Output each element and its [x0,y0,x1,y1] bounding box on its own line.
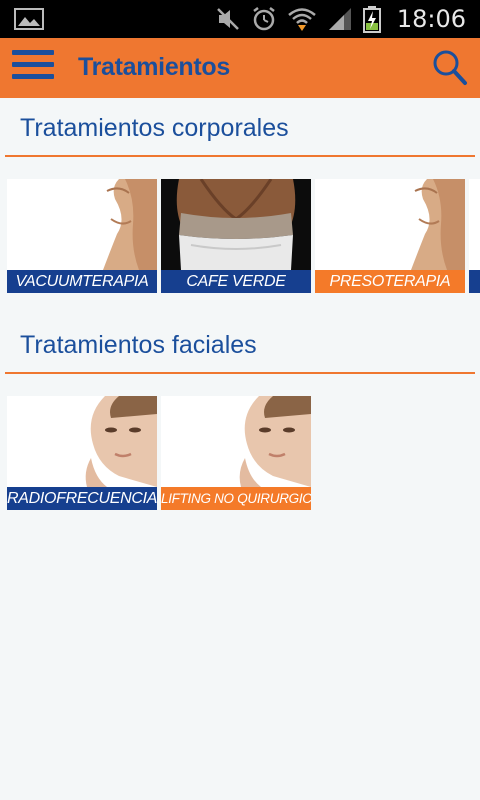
status-bar: 18:06 [0,0,480,38]
signal-icon [328,8,351,30]
wifi-icon [288,8,316,31]
body-photo [7,179,157,270]
tile-partial[interactable] [469,179,480,293]
section-title-corporales: Tratamientos corporales [20,114,289,142]
tile-row-corporales: VACUUMTERAPIA CAFE VERDE PRESOTERAPIA [7,179,480,293]
face-photo [7,396,157,487]
face-photo [161,396,311,487]
body-photo [315,179,465,270]
tile-presoterapia[interactable]: PRESOTERAPIA [315,179,465,293]
tile-label: LIFTING NO QUIRURGICO [161,487,311,510]
search-icon[interactable] [430,48,470,88]
menu-icon[interactable] [12,50,54,86]
alarm-icon [253,7,275,31]
app-bar: Tratamientos [0,38,480,98]
tile-vacuumterapia[interactable]: VACUUMTERAPIA [7,179,157,293]
tile-label: VACUUMTERAPIA [7,270,157,293]
tile-label: PRESOTERAPIA [315,270,465,293]
image-icon [14,8,44,30]
page-title: Tratamientos [78,53,231,81]
mute-icon [216,8,239,30]
section-divider [5,372,475,374]
section-title-faciales: Tratamientos faciales [20,331,257,359]
tile-cafe-verde[interactable]: CAFE VERDE [161,179,311,293]
battery-charging-icon [362,6,381,33]
tile-label-partial [469,270,480,293]
tile-lifting-no-quirurgico[interactable]: LIFTING NO QUIRURGICO [161,396,311,510]
waist-photo [161,179,311,270]
tile-label: CAFE VERDE [161,270,311,293]
section-divider [5,155,475,157]
tile-row-faciales: RADIOFRECUENCIA LIFTING NO QUIRURGICO [7,396,480,510]
tile-radiofrecuencia[interactable]: RADIOFRECUENCIA [7,396,157,510]
tile-label: RADIOFRECUENCIA [7,487,157,510]
status-time: 18:06 [396,5,466,33]
